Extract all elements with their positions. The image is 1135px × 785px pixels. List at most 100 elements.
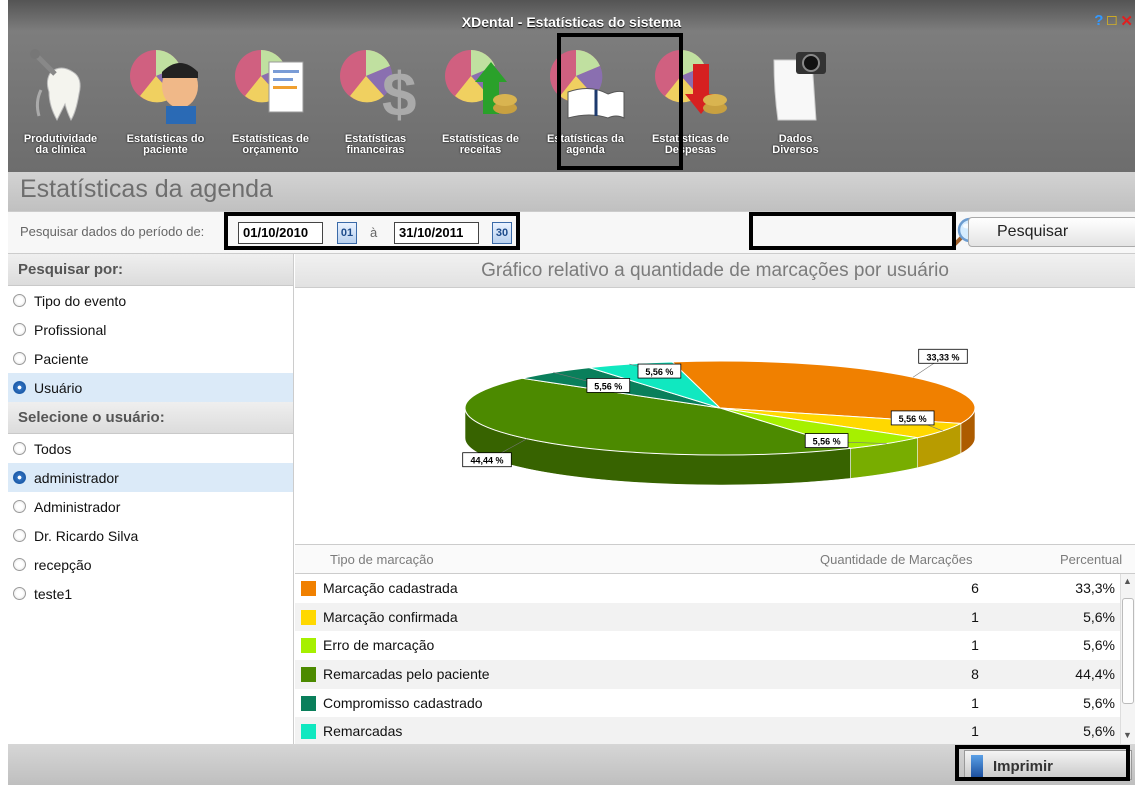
toolbar-item-3[interactable]: $ Estatísticas financeiras	[323, 40, 428, 170]
cell-pct: 5,6%	[1083, 637, 1115, 654]
cell-qty: 6	[971, 580, 979, 596]
scroll-up-icon[interactable]: ▲	[1123, 576, 1132, 586]
radio-button-icon[interactable]	[13, 587, 26, 600]
toolbar-item-label: Estatísticas de orçamento	[218, 134, 323, 156]
table-row[interactable]: Remarcadas 1 5,6%	[295, 717, 1135, 747]
legend-swatch	[301, 695, 316, 711]
toolbar-item-4[interactable]: Estatísticas de receitas	[428, 40, 533, 170]
filter-option[interactable]: Paciente	[8, 344, 293, 373]
radio-button-icon[interactable]	[13, 352, 26, 365]
selected-tool-highlight	[557, 33, 683, 170]
search-button[interactable]: Pesquisar	[968, 217, 1135, 247]
radio-button-icon[interactable]	[13, 442, 26, 455]
cell-qty: 1	[971, 608, 979, 625]
user-option[interactable]: Todos	[8, 434, 293, 463]
date-range-highlight	[224, 212, 520, 250]
camera-document-icon	[772, 52, 826, 121]
help-icon[interactable]: ?	[1094, 12, 1103, 30]
pie-data-label: 5,56 %	[645, 367, 673, 377]
table-scrollbar[interactable]: ▲ ▼	[1120, 574, 1135, 744]
toolbar-label-line2: da clínica	[35, 144, 86, 156]
toolbar-item-0[interactable]: Produtividade da clínica	[8, 40, 113, 170]
cell-type: Marcação cadastrada	[323, 580, 458, 596]
filter-option[interactable]: Profissional	[8, 315, 293, 344]
table-row[interactable]: Compromisso cadastrado 1 5,6%	[295, 689, 1135, 718]
period-label: Pesquisar dados do período de:	[20, 224, 205, 239]
toolbar-label-line2: Diversos	[772, 144, 819, 156]
cell-qty: 1	[971, 637, 979, 654]
print-highlight	[955, 745, 1130, 781]
chart-panel: Gráfico relativo a quantidade de marcaçõ…	[295, 254, 1135, 544]
pie-data-label: 5,56 %	[594, 381, 622, 391]
patient-pie-chart-icon	[129, 50, 198, 124]
chart-title: Gráfico relativo a quantidade de marcaçõ…	[295, 254, 1135, 288]
radio-button-icon[interactable]	[13, 323, 26, 336]
pie-chart: 33,33 % 5,56 % 5,56 % 44,44 % 5,56 % 5,56 %	[462, 348, 976, 486]
table-row[interactable]: Marcação confirmada 1 5,6%	[295, 602, 1135, 632]
cell-type: Marcação confirmada	[323, 608, 458, 625]
toolbar-item-label: Produtividade da clínica	[8, 134, 113, 156]
radio-button-icon[interactable]	[13, 294, 26, 307]
toolbar-item-label: Dados Diversos	[743, 134, 848, 156]
filter-option-label: Paciente	[34, 350, 89, 367]
toolbar-item-label: Estatísticas do paciente	[113, 134, 218, 156]
toolbar-item-label: Estatísticas de receitas	[428, 134, 533, 156]
radio-button-icon[interactable]	[13, 529, 26, 542]
user-option-label: administrador	[34, 469, 119, 486]
user-option-label: Todos	[34, 440, 72, 457]
toolbar-item-2[interactable]: Estatísticas de orçamento	[218, 40, 323, 170]
filter-option[interactable]: Tipo do evento	[8, 286, 293, 315]
table-body: Marcação cadastrada 6 33,3% Marcação confir…	[295, 574, 1135, 747]
app-window: XDental - Estatísticas do sistema ? □ ✕ …	[0, 0, 1135, 785]
table-row[interactable]: Erro de marcação 1 5,6%	[295, 631, 1135, 660]
pie-data-label: 33,33 %	[926, 352, 959, 362]
budget-pie-chart-icon	[234, 50, 303, 113]
cell-type: Erro de marcação	[323, 637, 435, 654]
pie-data-label: 5,56 %	[813, 437, 841, 447]
table-row[interactable]: Marcação cadastrada 6 33,3%	[295, 574, 1135, 603]
table-header: Tipo de marcação Quantidade de Marcações…	[295, 544, 1135, 574]
user-option[interactable]: Dr. Ricardo Silva	[8, 521, 293, 550]
cell-pct: 5,6%	[1083, 694, 1115, 711]
filter-option-label: Usuário	[34, 379, 83, 396]
close-icon[interactable]: ✕	[1120, 12, 1133, 30]
col-pct-header[interactable]: Percentual	[1060, 552, 1122, 567]
cell-type: Remarcadas	[323, 723, 403, 740]
toolbar-label-line2: paciente	[143, 144, 188, 156]
col-qty-header[interactable]: Quantidade de Marcações	[820, 552, 972, 567]
legend-swatch	[301, 667, 316, 683]
maximize-icon[interactable]: □	[1107, 12, 1116, 30]
filter-options: Tipo do evento Profissional Paciente Usuári…	[8, 286, 293, 402]
toolbar-label-line2: receitas	[459, 144, 502, 156]
table-row[interactable]: Remarcadas pelo paciente 8 44,4%	[295, 660, 1135, 689]
toolbar-item-7[interactable]: Dados Diversos	[743, 40, 848, 170]
user-option[interactable]: Administrador	[8, 492, 293, 521]
user-option[interactable]: teste1	[8, 579, 293, 608]
filter-option[interactable]: Usuário	[8, 373, 293, 402]
cell-type: Remarcadas pelo paciente	[323, 666, 490, 683]
tooth-dental-tools-icon	[29, 49, 81, 122]
scroll-down-icon[interactable]: ▼	[1123, 730, 1132, 740]
radio-button-icon[interactable]	[13, 381, 26, 394]
radio-button-icon[interactable]	[13, 558, 26, 571]
window-title: XDental - Estatísticas do sistema	[461, 14, 682, 30]
cell-pct: 5,6%	[1083, 608, 1115, 625]
user-option-label: teste1	[34, 585, 73, 602]
page-title: Estatísticas da agenda	[8, 172, 1135, 211]
scrollbar-thumb[interactable]	[1122, 598, 1134, 704]
toolbar-item-1[interactable]: Estatísticas do paciente	[113, 40, 218, 170]
data-table: Tipo de marcação Quantidade de Marcações…	[295, 544, 1135, 747]
user-select-header: Selecione o usuário:	[8, 402, 293, 434]
toolbar: Produtividade da clínica Estatísticas do pa…	[8, 40, 848, 170]
legend-swatch	[301, 581, 316, 596]
col-type-header[interactable]: Tipo de marcação	[330, 552, 434, 567]
user-option[interactable]: administrador	[8, 463, 293, 492]
user-option[interactable]: recepção	[8, 550, 293, 579]
radio-button-icon[interactable]	[13, 500, 26, 513]
radio-button-icon[interactable]	[13, 471, 26, 484]
search-area-highlight	[749, 212, 956, 250]
cell-qty: 1	[971, 694, 979, 711]
pie-data-label: 44,44 %	[470, 456, 503, 466]
window-controls: ? □ ✕	[1094, 12, 1133, 30]
cell-pct: 44,4%	[1075, 666, 1115, 683]
